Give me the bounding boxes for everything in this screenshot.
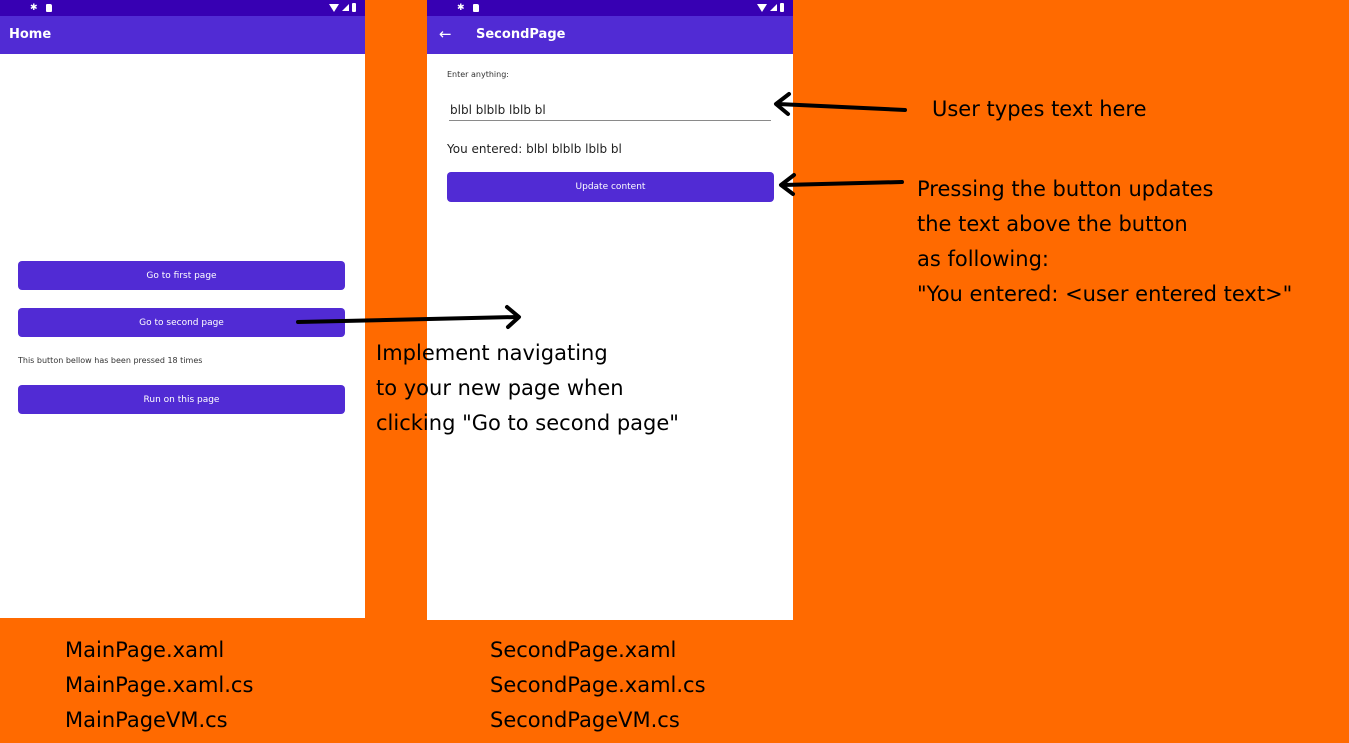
status-left-icons: ✱ [457,2,479,14]
main-page-files: MainPage.xaml MainPage.xaml.cs MainPageV… [65,633,253,738]
gear-icon: ✱ [457,3,465,13]
battery-icon [352,3,356,12]
main-page-screen: ✱ Home Go to first page Go to second pag… [0,0,365,618]
signal-icon [770,4,777,11]
file-name: SecondPage.xaml.cs [490,673,706,697]
file-name: SecondPage.xaml [490,638,677,662]
arrow-to-update-button [779,173,904,196]
second-page-files: SecondPage.xaml SecondPage.xaml.cs Secon… [490,633,706,738]
press-counter-text: This button bellow has been pressed 18 t… [18,356,203,365]
page-title: Home [9,27,52,42]
status-right-icons [757,3,784,12]
pressing-callout: Pressing the button updates the text abo… [917,172,1292,312]
run-on-this-page-label: Run on this page [143,394,220,405]
file-name: MainPageVM.cs [65,708,228,732]
run-on-this-page-button[interactable]: Run on this page [18,385,345,414]
entry-label: Enter anything: [447,70,509,79]
callout-line: as following: [917,247,1049,271]
go-to-second-page-button[interactable]: Go to second page [18,308,345,337]
update-content-button[interactable]: Update content [447,172,774,202]
callout-line: "You entered: <user entered text>" [917,282,1293,306]
callout-line: User types text here [932,97,1147,121]
gear-icon: ✱ [30,3,38,13]
result-text: You entered: blbl blblb lblb bl [447,142,622,156]
signal-icon [342,4,349,11]
entry-value: blbl blblb lblb bl [450,103,546,117]
back-arrow-icon[interactable]: ← [439,25,452,43]
sd-card-icon [472,4,479,12]
arrow-to-entry [774,92,907,116]
callout-line: clicking "Go to second page" [376,411,679,435]
callout-line: the text above the button [917,212,1188,236]
status-right-icons [329,3,356,12]
app-bar: ← SecondPage [427,16,793,54]
file-name: MainPage.xaml.cs [65,673,254,697]
file-name: MainPage.xaml [65,638,225,662]
callout-line: to your new page when [376,376,624,400]
sd-card-icon [45,4,52,12]
text-entry-field[interactable]: blbl blblb lblb bl [449,98,771,121]
go-to-first-page-label: Go to first page [146,270,217,281]
battery-icon [780,3,784,12]
go-to-first-page-button[interactable]: Go to first page [18,261,345,290]
go-to-second-page-label: Go to second page [139,317,224,328]
page-title: SecondPage [476,27,566,42]
callout-line: Implement navigating [376,341,608,365]
wifi-icon [329,3,339,12]
app-bar: Home [0,16,365,54]
wifi-icon [757,3,767,12]
status-left-icons: ✱ [30,2,52,14]
update-content-label: Update content [575,182,646,192]
status-bar: ✱ [0,0,365,16]
callout-line: Pressing the button updates [917,177,1214,201]
user-types-callout: User types text here [932,92,1147,127]
file-name: SecondPageVM.cs [490,708,680,732]
status-bar: ✱ [427,0,793,16]
navigate-callout: Implement navigating to your new page wh… [376,336,679,441]
second-page-screen: ✱ ← SecondPage Enter anything: blbl blbl… [427,0,793,620]
